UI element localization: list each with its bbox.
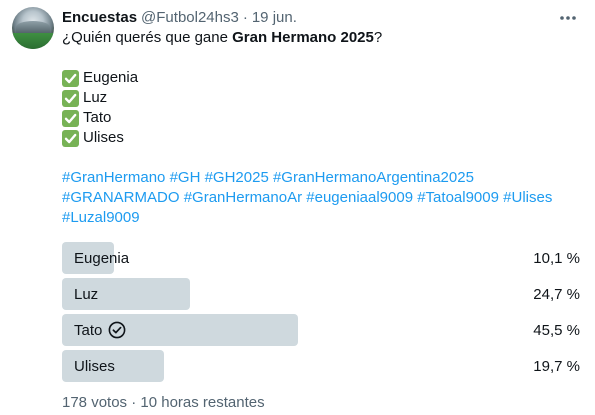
hashtag-line: #Luzal9009 bbox=[62, 208, 582, 228]
tweet-question: ¿Quién querés que gane Gran Hermano 2025… bbox=[62, 28, 582, 48]
check-mark-button-icon bbox=[62, 89, 79, 107]
poll-option-percent: 45,5 % bbox=[533, 321, 580, 339]
more-options-button[interactable] bbox=[554, 8, 582, 26]
check-mark-button-icon bbox=[62, 129, 79, 147]
check-mark-button-icon bbox=[62, 109, 79, 127]
tweet-text: ¿Quién querés que gane Gran Hermano 2025… bbox=[62, 28, 582, 228]
hashtag-link[interactable]: #GH bbox=[170, 169, 201, 186]
poll-option-text: Ulises bbox=[74, 357, 115, 375]
avatar-stadium-pitch bbox=[12, 33, 54, 49]
tweet-date[interactable]: 19 jun. bbox=[252, 9, 297, 26]
poll-option-percent: 10,1 % bbox=[533, 249, 580, 267]
question-prefix: ¿Quién querés que gane bbox=[62, 29, 233, 46]
poll-option-percent: 19,7 % bbox=[533, 357, 580, 375]
poll-option[interactable]: Luz 24,7 % bbox=[62, 278, 582, 310]
list-item: Eugenia bbox=[62, 68, 582, 88]
poll-option[interactable]: Tato 45,5 % bbox=[62, 314, 582, 346]
hashtag-link[interactable]: #GranHermanoAr bbox=[184, 189, 302, 206]
hashtag-link[interactable]: #GranHermano bbox=[62, 169, 165, 186]
poll-option-percent: 24,7 % bbox=[533, 285, 580, 303]
poll: Eugenia 10,1 % Luz 24,7 % Tato 45,5 % Ul… bbox=[62, 242, 582, 386]
poll-option[interactable]: Eugenia 10,1 % bbox=[62, 242, 582, 274]
hashtag-link[interactable]: #Tatoal9009 bbox=[417, 189, 499, 206]
poll-votes: 178 votos bbox=[62, 394, 128, 411]
poll-option-label: Ulises bbox=[74, 350, 115, 382]
hashtag-link[interactable]: #GRANARMADO bbox=[62, 189, 180, 206]
hashtag-line: #GRANARMADO #GranHermanoAr #eugeniaal900… bbox=[62, 188, 582, 208]
poll-option-text: Eugenia bbox=[74, 249, 130, 267]
author-name[interactable]: Encuestas bbox=[62, 9, 137, 26]
avatar-stadium-stand bbox=[16, 21, 50, 33]
tweet-header: Encuestas @Futbol24hs3 · 19 jun. bbox=[62, 6, 582, 28]
tweet-options-list: Eugenia Luz Tato Ulises bbox=[62, 68, 582, 148]
list-item-label: Tato bbox=[83, 109, 112, 126]
poll-footer: 178 votos · 10 horas restantes bbox=[62, 394, 265, 411]
question-suffix: ? bbox=[373, 29, 383, 46]
list-item: Ulises bbox=[62, 128, 582, 148]
hashtag-link[interactable]: #GH2025 bbox=[205, 169, 269, 186]
poll-option-label: Luz bbox=[74, 278, 98, 310]
list-item-label: Ulises bbox=[83, 129, 124, 146]
poll-option[interactable]: Ulises 19,7 % bbox=[62, 350, 582, 382]
tweet-content: Encuestas @Futbol24hs3 · 19 jun. ¿Quién … bbox=[62, 6, 582, 228]
check-mark-button-icon bbox=[62, 69, 79, 87]
hashtags: #GranHermano #GH #GH2025 #GranHermanoArg… bbox=[62, 168, 582, 228]
avatar[interactable] bbox=[12, 7, 54, 49]
hashtag-link[interactable]: #Ulises bbox=[503, 189, 552, 206]
poll-footer-separator: · bbox=[131, 394, 137, 411]
poll-option-text: Tato bbox=[74, 321, 103, 339]
hashtag-link[interactable]: #eugeniaal9009 bbox=[306, 189, 413, 206]
poll-option-label: Eugenia bbox=[74, 242, 129, 274]
list-item-label: Luz bbox=[83, 89, 108, 106]
hashtag-line: #GranHermano #GH #GH2025 #GranHermanoArg… bbox=[62, 168, 582, 188]
poll-option-text: Luz bbox=[74, 285, 99, 303]
tweet: Encuestas @Futbol24hs3 · 19 jun. ¿Quién … bbox=[0, 0, 595, 415]
hashtag-link[interactable]: #Luzal9009 bbox=[62, 209, 140, 226]
list-item: Tato bbox=[62, 108, 582, 128]
hashtag-link[interactable]: #GranHermanoArgentina2025 bbox=[273, 169, 474, 186]
list-item-label: Eugenia bbox=[83, 69, 139, 86]
poll-time-left: 10 horas restantes bbox=[140, 394, 265, 411]
poll-option-label: Tato bbox=[74, 314, 126, 346]
author-handle[interactable]: @Futbol24hs3 bbox=[141, 9, 239, 26]
header-separator: · bbox=[242, 8, 248, 26]
circle-check-icon bbox=[108, 321, 126, 339]
list-item: Luz bbox=[62, 88, 582, 108]
question-bold: Gran Hermano 2025 bbox=[232, 29, 374, 46]
more-horizontal-icon bbox=[559, 8, 577, 26]
